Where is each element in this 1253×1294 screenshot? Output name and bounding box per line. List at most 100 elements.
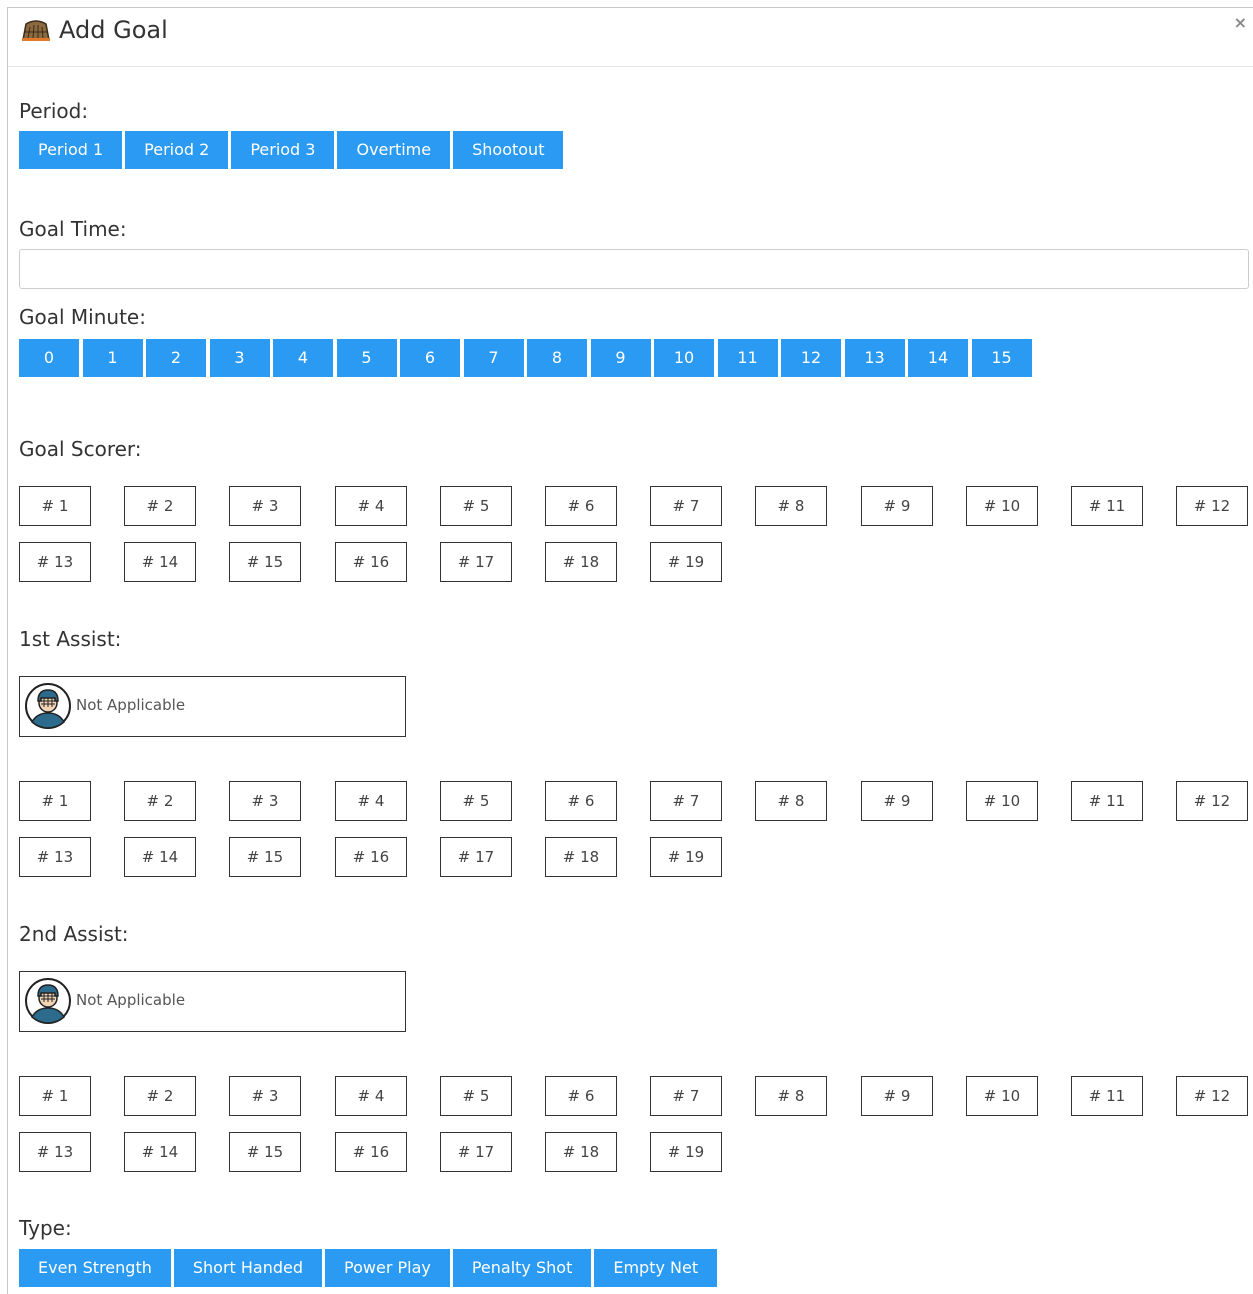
jersey-number-button[interactable]: # 8 (755, 1076, 827, 1116)
jersey-number-button[interactable]: # 5 (440, 486, 512, 526)
jersey-number-button[interactable]: # 3 (229, 486, 301, 526)
minute-button[interactable]: 7 (463, 339, 524, 377)
assist1-not-applicable-option[interactable]: Not Applicable (19, 676, 406, 737)
jersey-number-button[interactable]: # 13 (19, 542, 91, 582)
minute-button[interactable]: 12 (781, 339, 841, 377)
jersey-number-button[interactable]: # 9 (861, 1076, 933, 1116)
jersey-number-button[interactable]: # 18 (545, 1132, 617, 1172)
jersey-number-button[interactable]: # 9 (861, 486, 933, 526)
jersey-number-button[interactable]: # 6 (545, 1076, 617, 1116)
hockey-goal-icon (22, 20, 50, 41)
jersey-number-button[interactable]: # 15 (229, 542, 301, 582)
jersey-number-button[interactable]: # 10 (966, 781, 1038, 821)
period-button[interactable]: Period 1 (19, 131, 123, 169)
jersey-number-button[interactable]: # 16 (335, 837, 407, 877)
jersey-number-button[interactable]: # 4 (335, 781, 407, 821)
jersey-number-button[interactable]: # 8 (755, 486, 827, 526)
jersey-number-button[interactable]: # 14 (124, 542, 196, 582)
jersey-number-button[interactable]: # 6 (545, 486, 617, 526)
add-goal-dialog: Add Goal × Period: Period 1 Period 2 Per… (7, 7, 1253, 1294)
jersey-number-button[interactable]: # 13 (19, 837, 91, 877)
assist2-label: 2nd Assist: (19, 922, 129, 946)
jersey-number-button[interactable]: # 11 (1071, 1076, 1143, 1116)
type-label: Type: (19, 1216, 72, 1240)
jersey-number-button[interactable]: # 10 (966, 1076, 1038, 1116)
period-button-group: Period 1 Period 2 Period 3 Overtime Shoo… (19, 131, 566, 169)
goal-type-button[interactable]: Even Strength (19, 1249, 171, 1287)
jersey-number-button[interactable]: # 14 (124, 1132, 196, 1172)
jersey-number-button[interactable]: # 11 (1071, 781, 1143, 821)
jersey-number-button[interactable]: # 7 (650, 781, 722, 821)
jersey-number-button[interactable]: # 2 (124, 1076, 196, 1116)
assist2-not-applicable-option[interactable]: Not Applicable (19, 971, 406, 1032)
goal-time-input[interactable] (19, 249, 1249, 289)
jersey-number-button[interactable]: # 5 (440, 781, 512, 821)
jersey-number-button[interactable]: # 5 (440, 1076, 512, 1116)
jersey-number-button[interactable]: # 9 (861, 781, 933, 821)
period-label: Period: (19, 99, 89, 123)
minute-button[interactable]: 9 (590, 339, 651, 377)
close-icon[interactable]: × (1234, 14, 1247, 32)
jersey-number-button[interactable]: # 1 (19, 781, 91, 821)
goal-type-button[interactable]: Empty Net (594, 1249, 718, 1287)
goal-time-label: Goal Time: (19, 217, 127, 241)
not-applicable-label: Not Applicable (76, 991, 186, 1009)
period-button[interactable]: Shootout (453, 131, 564, 169)
jersey-number-button[interactable]: # 18 (545, 542, 617, 582)
jersey-number-button[interactable]: # 2 (124, 486, 196, 526)
jersey-number-button[interactable]: # 19 (650, 542, 722, 582)
jersey-number-button[interactable]: # 12 (1176, 781, 1248, 821)
hockey-player-avatar-icon (25, 683, 71, 729)
minute-button[interactable]: 6 (400, 339, 460, 377)
jersey-number-button[interactable]: # 4 (335, 1076, 407, 1116)
jersey-number-button[interactable]: # 12 (1176, 1076, 1248, 1116)
minute-button[interactable]: 0 (19, 339, 79, 377)
period-button[interactable]: Period 2 (125, 131, 229, 169)
goal-minute-button-group: 0 1 2 3 4 5 6 7 8 9 10 11 12 13 14 15 (19, 339, 1035, 377)
jersey-number-button[interactable]: # 17 (440, 542, 512, 582)
jersey-number-button[interactable]: # 15 (229, 1132, 301, 1172)
period-button[interactable]: Overtime (337, 131, 451, 169)
jersey-number-button[interactable]: # 19 (650, 837, 722, 877)
jersey-number-button[interactable]: # 17 (440, 837, 512, 877)
jersey-number-button[interactable]: # 3 (229, 1076, 301, 1116)
jersey-number-button[interactable]: # 18 (545, 837, 617, 877)
minute-button[interactable]: 2 (146, 339, 206, 377)
jersey-number-button[interactable]: # 15 (229, 837, 301, 877)
minute-button[interactable]: 5 (336, 339, 397, 377)
jersey-number-button[interactable]: # 13 (19, 1132, 91, 1172)
jersey-number-button[interactable]: # 14 (124, 837, 196, 877)
jersey-number-button[interactable]: # 8 (755, 781, 827, 821)
minute-button[interactable]: 1 (82, 339, 143, 377)
hockey-player-avatar-icon (25, 978, 71, 1024)
period-button[interactable]: Period 3 (231, 131, 335, 169)
goal-type-button[interactable]: Short Handed (173, 1249, 323, 1287)
jersey-number-button[interactable]: # 7 (650, 1076, 722, 1116)
jersey-number-button[interactable]: # 2 (124, 781, 196, 821)
minute-button[interactable]: 4 (273, 339, 333, 377)
jersey-number-button[interactable]: # 17 (440, 1132, 512, 1172)
goal-type-button[interactable]: Power Play (325, 1249, 450, 1287)
minute-button[interactable]: 14 (908, 339, 968, 377)
jersey-number-button[interactable]: # 3 (229, 781, 301, 821)
minute-button[interactable]: 13 (844, 339, 905, 377)
not-applicable-label: Not Applicable (76, 696, 186, 714)
jersey-number-button[interactable]: # 6 (545, 781, 617, 821)
minute-button[interactable]: 10 (654, 339, 714, 377)
minute-button[interactable]: 15 (971, 339, 1032, 377)
goal-type-button[interactable]: Penalty Shot (452, 1249, 592, 1287)
jersey-number-button[interactable]: # 1 (19, 486, 91, 526)
jersey-number-button[interactable]: # 19 (650, 1132, 722, 1172)
jersey-number-button[interactable]: # 11 (1071, 486, 1143, 526)
jersey-number-button[interactable]: # 4 (335, 486, 407, 526)
goal-type-button-group: Even Strength Short Handed Power Play Pe… (19, 1249, 720, 1287)
minute-button[interactable]: 8 (527, 339, 587, 377)
jersey-number-button[interactable]: # 10 (966, 486, 1038, 526)
minute-button[interactable]: 3 (209, 339, 270, 377)
jersey-number-button[interactable]: # 16 (335, 1132, 407, 1172)
jersey-number-button[interactable]: # 1 (19, 1076, 91, 1116)
minute-button[interactable]: 11 (717, 339, 778, 377)
jersey-number-button[interactable]: # 12 (1176, 486, 1248, 526)
jersey-number-button[interactable]: # 16 (335, 542, 407, 582)
jersey-number-button[interactable]: # 7 (650, 486, 722, 526)
